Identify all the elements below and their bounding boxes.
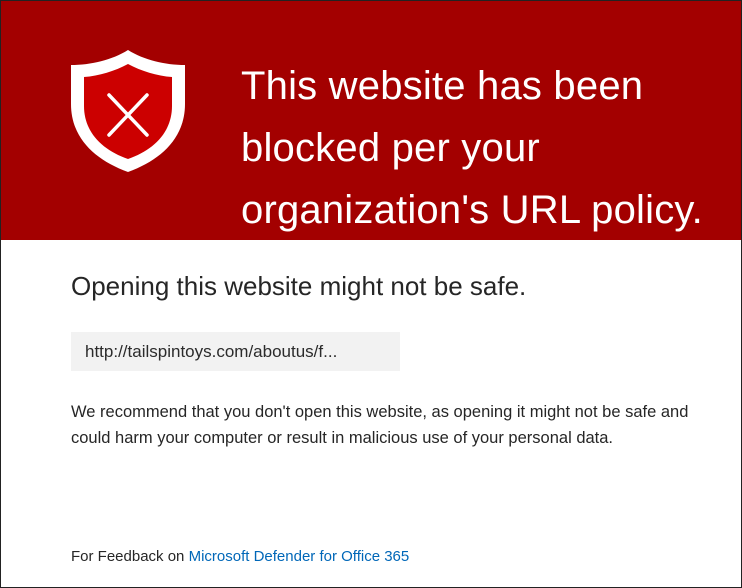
blocked-page: This website has been blocked per your o… — [0, 0, 742, 588]
blocked-url: http://tailspintoys.com/aboutus/f... — [71, 332, 400, 371]
blocked-headline: This website has been blocked per your o… — [241, 64, 703, 232]
shield-x-icon — [71, 50, 185, 172]
feedback-prefix: For Feedback on — [71, 548, 185, 565]
safety-warning-heading: Opening this website might not be safe. — [71, 271, 527, 301]
warning-banner: This website has been blocked per your o… — [1, 1, 741, 240]
recommendation-text: We recommend that you don't open this we… — [71, 403, 689, 447]
feedback-line: For Feedback on Microsoft Defender for O… — [71, 548, 409, 565]
defender-feedback-link[interactable]: Microsoft Defender for Office 365 — [189, 548, 410, 565]
